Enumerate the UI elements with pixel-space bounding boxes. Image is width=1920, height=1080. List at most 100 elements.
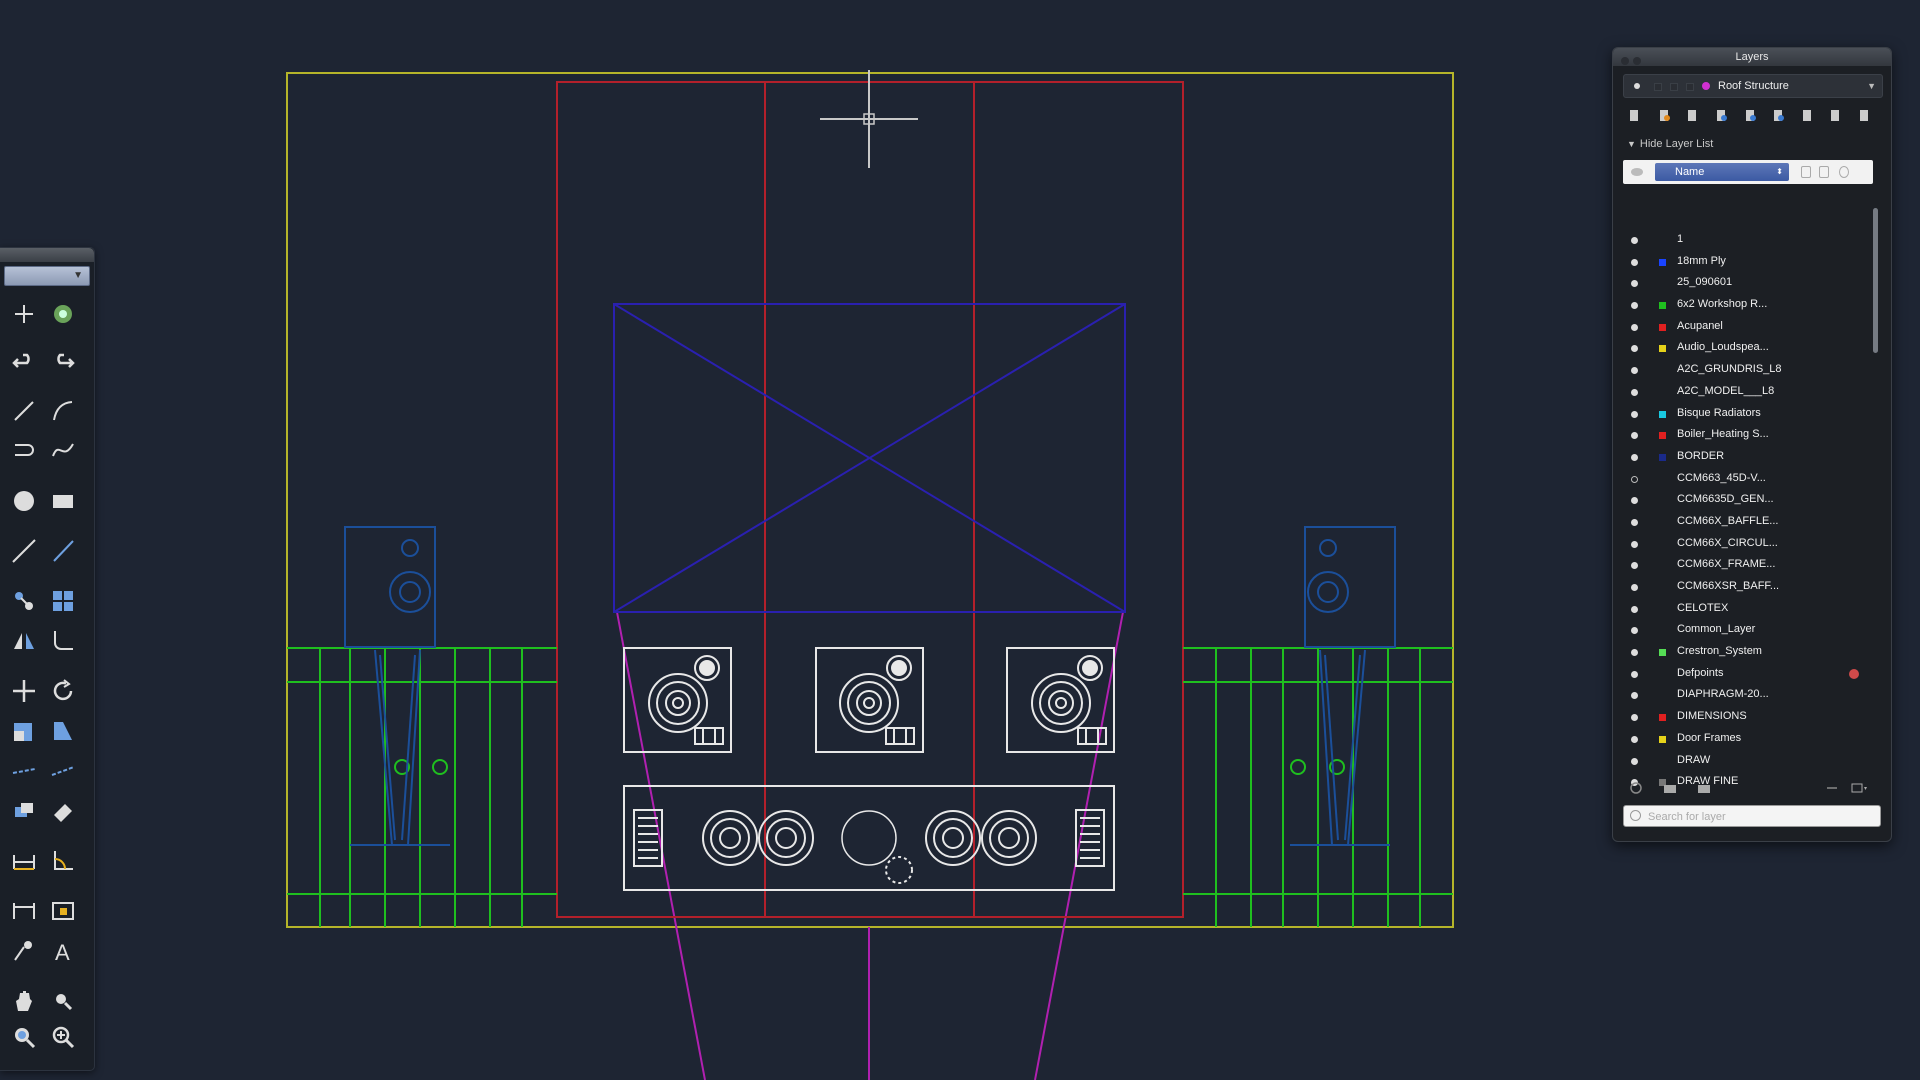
layer-row[interactable]: CCM663_45D-V... <box>1623 468 1873 490</box>
layer-color-swatch[interactable] <box>1659 345 1666 353</box>
layer-visibility-icon[interactable] <box>1631 302 1638 310</box>
layer-visibility-icon[interactable] <box>1631 453 1638 461</box>
zoom-extents-icon[interactable] <box>46 1020 80 1054</box>
layer-visibility-icon[interactable] <box>1631 757 1638 765</box>
layer-visibility-icon[interactable] <box>1631 475 1638 483</box>
layer-color-swatch[interactable] <box>1659 432 1666 440</box>
layer-row[interactable]: CELOTEX <box>1623 598 1873 620</box>
fillet-icon[interactable] <box>46 624 80 658</box>
ray-icon[interactable] <box>46 534 80 568</box>
circle-icon[interactable] <box>7 484 41 518</box>
layer-isolate-icon[interactable] <box>1741 106 1759 124</box>
layer-row[interactable]: Common_Layer <box>1623 619 1873 641</box>
text-icon[interactable]: A <box>46 934 80 968</box>
lock-column-icon[interactable] <box>1819 166 1829 178</box>
leader-icon[interactable] <box>7 934 41 968</box>
point-icon[interactable] <box>7 297 41 331</box>
new-layer-icon[interactable] <box>1625 106 1643 124</box>
layer-row[interactable]: A2C_GRUNDRIS_L8 <box>1623 359 1873 381</box>
layer-row[interactable]: CCM66X_BAFFLE... <box>1623 511 1873 533</box>
layer-row[interactable]: CCM66X_FRAME... <box>1623 554 1873 576</box>
mirror-icon[interactable] <box>7 624 41 658</box>
tool-palette-titlebar[interactable] <box>0 248 94 262</box>
layer-visibility-icon[interactable] <box>1631 237 1638 244</box>
layer-row[interactable]: BORDER <box>1623 446 1873 468</box>
layer-row[interactable]: Boiler_Heating S... <box>1623 424 1873 446</box>
set-current-icon[interactable] <box>1712 106 1730 124</box>
layer-color-swatch[interactable] <box>1659 453 1666 461</box>
layer-visibility-icon[interactable] <box>1631 345 1638 353</box>
window-controls[interactable] <box>1621 53 1645 71</box>
move-icon[interactable] <box>7 674 41 708</box>
delete-layer-icon[interactable] <box>1683 106 1701 124</box>
extend-icon[interactable] <box>46 754 80 788</box>
layer-row[interactable]: Bisque Radiators <box>1623 403 1873 425</box>
arc-icon[interactable] <box>46 394 80 428</box>
layers-panel-titlebar[interactable]: Layers <box>1613 48 1891 66</box>
settings-column-icon[interactable] <box>1839 166 1849 178</box>
scale-icon[interactable] <box>7 714 41 748</box>
zoom-realtime-icon[interactable] <box>46 984 80 1018</box>
layer-visibility-icon[interactable] <box>1631 323 1638 331</box>
layer-visibility-icon[interactable] <box>1631 410 1638 418</box>
layer-color-swatch[interactable] <box>1659 735 1666 743</box>
trim-icon[interactable] <box>7 754 41 788</box>
layer-visibility-icon[interactable] <box>1631 280 1638 288</box>
layer-color-swatch[interactable] <box>1659 649 1666 657</box>
angular-dimension-icon[interactable] <box>46 844 80 878</box>
layer-visibility-icon[interactable] <box>1631 692 1638 700</box>
line-icon[interactable] <box>7 394 41 428</box>
layer-previous-icon[interactable] <box>1826 106 1844 124</box>
layer-unisolate-icon[interactable] <box>1769 106 1787 124</box>
layer-visibility-icon[interactable] <box>1631 497 1638 505</box>
layer-visibility-icon[interactable] <box>1631 388 1638 396</box>
rectangle-icon[interactable] <box>46 484 80 518</box>
new-filter-icon[interactable] <box>1695 779 1713 797</box>
visibility-column-icon[interactable] <box>1631 168 1643 176</box>
layer-visibility-icon[interactable] <box>1631 432 1638 440</box>
array-icon[interactable] <box>46 584 80 618</box>
layer-row[interactable]: Defpoints <box>1623 663 1873 685</box>
layer-color-swatch[interactable] <box>1659 714 1666 722</box>
layer-visibility-icon[interactable] <box>1631 584 1638 591</box>
layer-row[interactable]: Acupanel <box>1623 316 1873 338</box>
copy-icon[interactable] <box>7 794 41 828</box>
layer-visibility-icon[interactable] <box>1631 562 1638 570</box>
layer-visibility-icon[interactable] <box>1631 605 1638 613</box>
layer-row[interactable]: CCM66X_CIRCUL... <box>1623 533 1873 555</box>
layer-match-icon[interactable] <box>1798 106 1816 124</box>
dimension-space-icon[interactable] <box>46 894 80 928</box>
spline-icon[interactable] <box>46 433 80 467</box>
layer-row[interactable]: Audio_Loudspea... <box>1623 337 1873 359</box>
layer-row[interactable]: 18mm Ply <box>1623 251 1873 273</box>
new-group-icon[interactable] <box>1661 779 1679 797</box>
layer-row[interactable]: CCM6635D_GEN... <box>1623 489 1873 511</box>
layer-visibility-icon[interactable] <box>1631 258 1638 266</box>
layer-visibility-icon[interactable] <box>1631 714 1638 722</box>
stretch-icon[interactable] <box>46 714 80 748</box>
layer-row[interactable]: Crestron_System <box>1623 641 1873 663</box>
layer-row[interactable]: 25_090601 <box>1623 272 1873 294</box>
undo-icon[interactable] <box>7 344 41 378</box>
layer-visibility-icon[interactable] <box>1631 670 1638 678</box>
collapse-icon[interactable] <box>1823 779 1841 797</box>
dimension-break-icon[interactable] <box>7 894 41 928</box>
layer-visibility-icon[interactable] <box>1631 627 1638 635</box>
layer-walk-icon[interactable] <box>1855 106 1873 124</box>
hide-layer-list-toggle[interactable]: ▼ Hide Layer List <box>1627 138 1891 152</box>
layer-row[interactable]: CCM66XSR_BAFF... <box>1623 576 1873 598</box>
rotate-icon[interactable] <box>46 674 80 708</box>
layer-color-swatch[interactable] <box>1659 258 1666 266</box>
linear-dimension-icon[interactable] <box>7 844 41 878</box>
current-layer-dropdown[interactable]: Roof Structure ▼ <box>1623 74 1883 98</box>
freeze-column-icon[interactable] <box>1801 166 1811 178</box>
polyline-icon[interactable] <box>7 433 41 467</box>
layer-visibility-icon[interactable] <box>1631 518 1638 526</box>
redo-icon[interactable] <box>46 344 80 378</box>
layer-visibility-icon[interactable] <box>1631 735 1638 743</box>
join-icon[interactable] <box>7 584 41 618</box>
layer-row[interactable]: A2C_MODEL___L8 <box>1623 381 1873 403</box>
layer-row[interactable]: DIAPHRAGM-20... <box>1623 684 1873 706</box>
layer-list[interactable]: 1 18mm Ply 25_090601 6x2 Workshop R... Acupa… <box>1623 229 1873 797</box>
layer-visibility-icon[interactable] <box>1631 540 1638 548</box>
